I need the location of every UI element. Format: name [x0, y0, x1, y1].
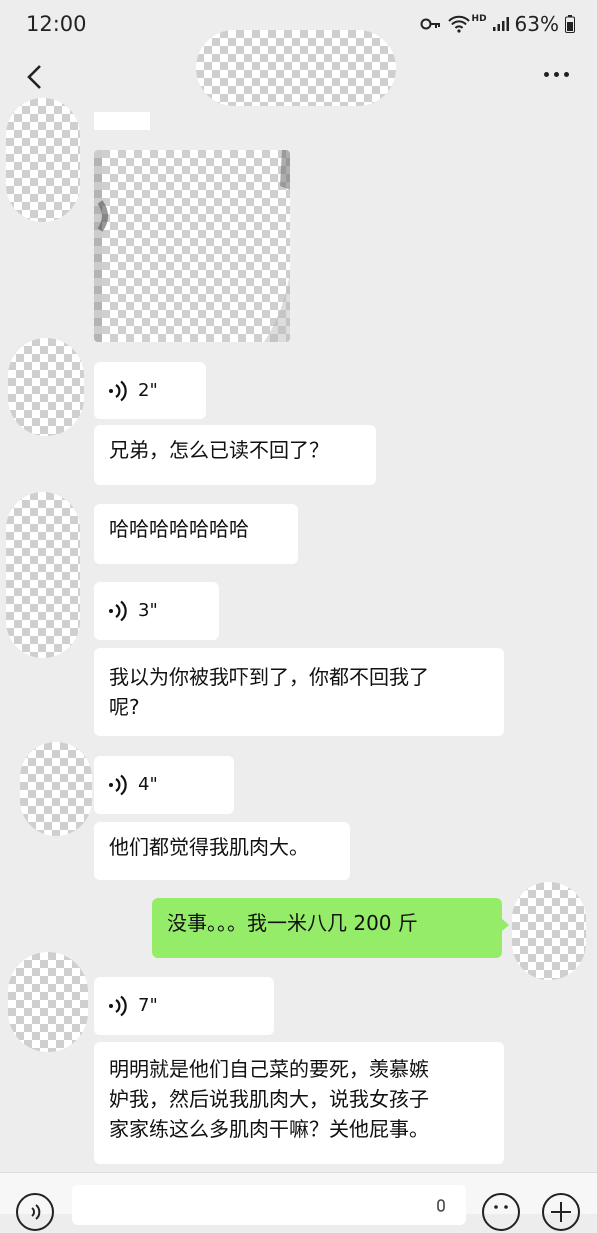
plus-icon	[551, 1202, 571, 1222]
photo-icon	[94, 150, 290, 342]
message-input[interactable]	[72, 1185, 466, 1225]
chevron-left-icon	[27, 65, 41, 89]
voice-message[interactable]: 3"	[94, 582, 219, 640]
contact-avatar[interactable]	[8, 952, 88, 1052]
voice-duration: 3"	[138, 600, 158, 621]
back-button[interactable]	[22, 62, 50, 92]
voice-wave-icon	[109, 380, 127, 401]
voice-duration: 4"	[138, 774, 158, 795]
contact-avatar[interactable]	[6, 98, 80, 222]
voice-duration: 2"	[138, 379, 158, 401]
image-caption-strip	[94, 112, 150, 130]
my-avatar[interactable]	[512, 882, 586, 980]
image-message[interactable]	[94, 150, 290, 342]
voice-input-button[interactable]	[16, 1193, 54, 1231]
status-time: 12:00	[26, 12, 87, 36]
contact-avatar[interactable]	[20, 742, 92, 836]
voice-wave-icon	[109, 600, 127, 622]
text-message[interactable]: 兄弟，怎么已读不回了？	[94, 425, 376, 485]
contact-avatar[interactable]	[8, 338, 84, 436]
more-functions-button[interactable]	[542, 1193, 580, 1231]
voice-input-icon	[31, 1204, 41, 1220]
hd-indicator: HD	[471, 14, 487, 24]
signal-icon	[492, 17, 509, 31]
emoji-button[interactable]	[482, 1193, 520, 1231]
voice-duration: 7"	[138, 995, 158, 1016]
voice-message[interactable]: 7"	[94, 977, 274, 1035]
contact-avatar[interactable]	[6, 492, 80, 658]
input-bar	[0, 1172, 597, 1231]
voice-message[interactable]: 4"	[94, 756, 234, 814]
status-icons: HD 63%	[420, 12, 575, 36]
more-dots-icon	[544, 72, 549, 77]
voice-wave-icon	[109, 995, 127, 1017]
text-message[interactable]: 他们都觉得我肌肉大。	[94, 822, 350, 880]
text-message[interactable]: 我以为你被我吓到了，你都不回我了 呢?	[94, 648, 504, 736]
battery-icon	[565, 15, 575, 33]
emoji-icon	[494, 1205, 508, 1209]
key-icon	[420, 17, 442, 31]
text-message[interactable]: 哈哈哈哈哈哈哈	[94, 504, 298, 564]
contact-name-redacted	[196, 30, 396, 106]
text-message[interactable]: 明明就是他们自己菜的要死，羡慕嫉 妒我，然后说我肌肉大，说我女孩子 家家练这么多…	[94, 1042, 504, 1164]
wifi-icon	[447, 15, 470, 33]
voice-wave-icon	[109, 774, 127, 796]
mic-icon	[437, 1199, 445, 1212]
battery-percent: 63%	[514, 12, 559, 36]
voice-message[interactable]: 2"	[94, 362, 206, 419]
more-options-button[interactable]	[544, 72, 569, 77]
my-text-message[interactable]: 没事。。。我一米八几 200 斤	[152, 898, 509, 958]
